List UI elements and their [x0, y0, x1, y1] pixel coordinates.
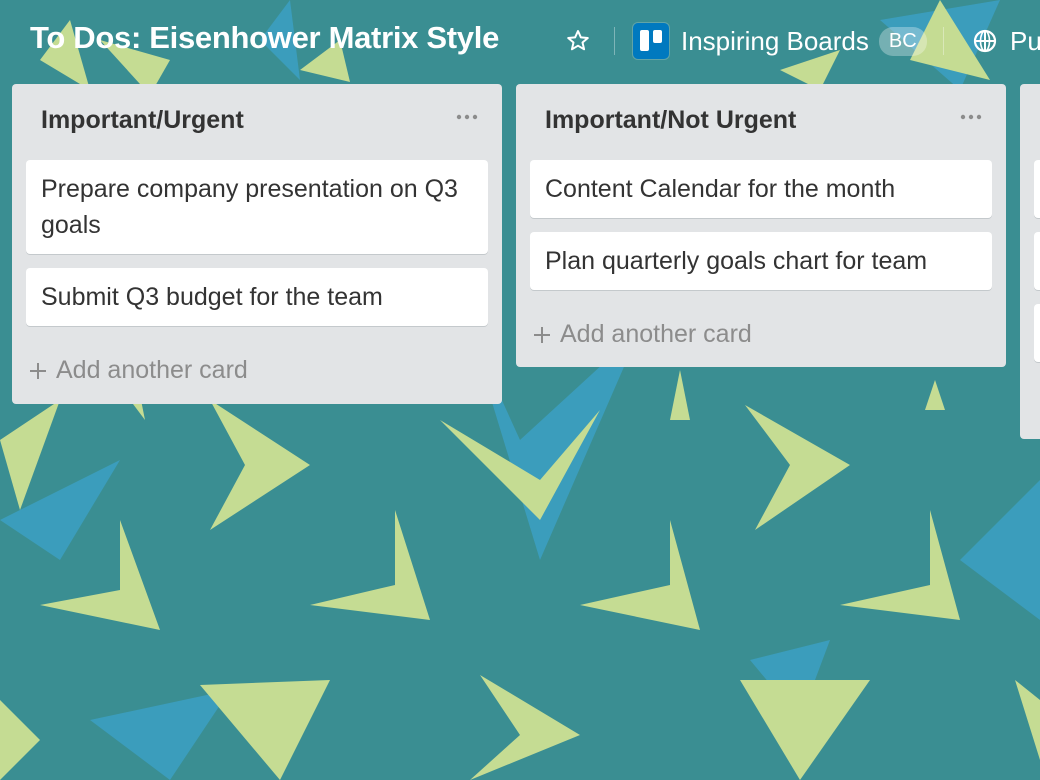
team-badge: BC [878, 26, 927, 56]
list-menu-icon[interactable] [452, 109, 482, 125]
list-title[interactable]: Important/Urgent [41, 106, 244, 135]
add-card-button[interactable]: Add another card [532, 320, 752, 349]
list-partial [1020, 84, 1040, 439]
board-header: To Dos: Eisenhower Matrix Style Inspirin… [0, 0, 1040, 82]
card[interactable]: Plan quarterly goals chart for team [530, 232, 992, 290]
team-button[interactable]: Inspiring Boards BC [633, 22, 927, 60]
board-title[interactable]: To Dos: Eisenhower Matrix Style [30, 20, 499, 56]
list-important-urgent: Important/Urgent Prepare company present… [12, 84, 502, 404]
star-icon[interactable] [564, 27, 592, 55]
team-name: Inspiring Boards [681, 25, 869, 56]
header-divider [943, 27, 944, 55]
card[interactable] [1034, 304, 1040, 362]
list-title[interactable]: Important/Not Urgent [545, 106, 796, 135]
add-card-label: Add another card [560, 320, 752, 348]
plus-icon [30, 362, 46, 379]
visibility-button[interactable]: Pu [972, 22, 1040, 60]
add-card-label: Add another card [56, 356, 248, 384]
header-divider [614, 27, 615, 55]
card[interactable] [1034, 232, 1040, 290]
card[interactable] [1034, 160, 1040, 218]
trello-logo-icon [633, 23, 669, 59]
list-important-not-urgent: Important/Not Urgent Content Calendar fo… [516, 84, 1006, 367]
card[interactable]: Submit Q3 budget for the team [26, 268, 488, 326]
card[interactable]: Prepare company presentation on Q3 goals [26, 160, 488, 254]
visibility-label: Pu [1010, 25, 1040, 56]
card[interactable]: Content Calendar for the month [530, 160, 992, 218]
list-menu-icon[interactable] [956, 109, 986, 125]
add-card-button[interactable]: Add another card [28, 356, 248, 385]
globe-icon [973, 29, 997, 53]
plus-icon [534, 326, 550, 343]
